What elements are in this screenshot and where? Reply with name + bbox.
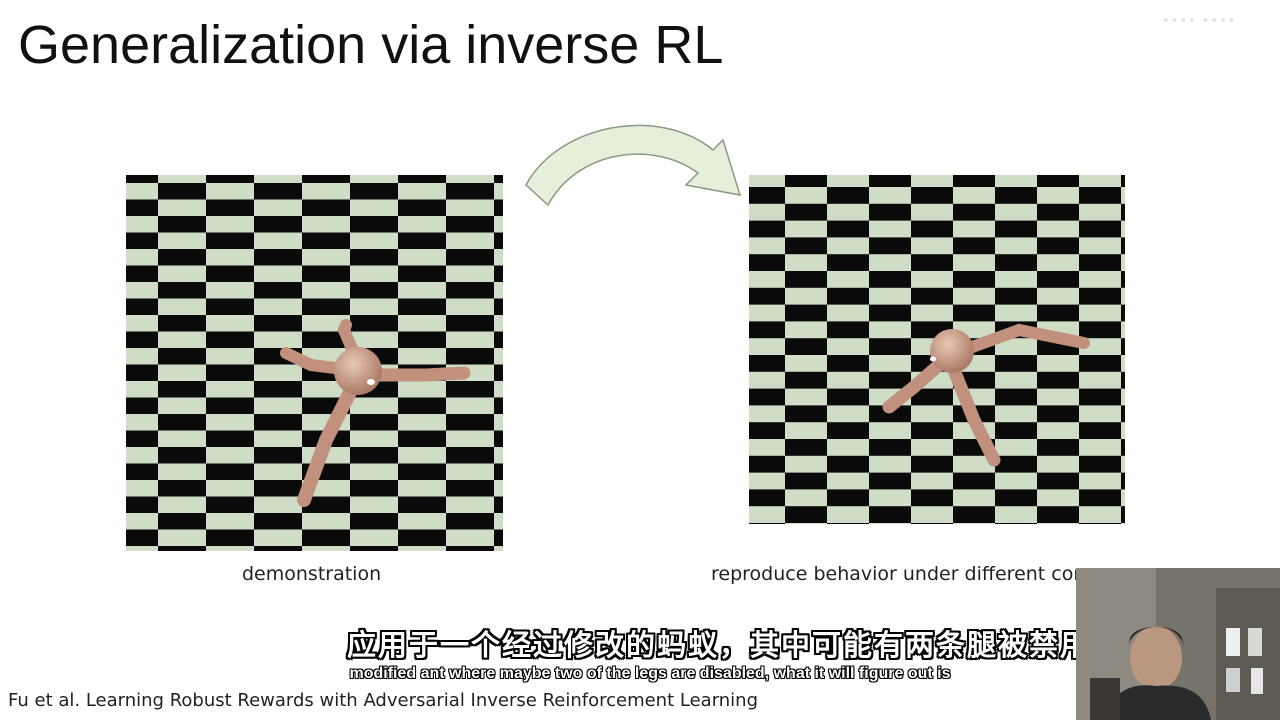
reproduce-caption: reproduce behavior under different condi… — [711, 563, 1091, 585]
watermark: •••• •••• — [1162, 14, 1237, 29]
webcam-overlay — [1076, 568, 1280, 720]
demonstration-image — [126, 175, 503, 551]
ant-body — [930, 329, 974, 373]
slide-title: Generalization via inverse RL — [18, 15, 724, 75]
slide: Generalization via inverse RL •••• •••• — [0, 0, 1280, 720]
ant-body — [334, 347, 382, 395]
citation: Fu et al. Learning Robust Rewards with A… — [8, 690, 759, 711]
curved-arrow-icon — [518, 105, 748, 210]
demonstration-caption: demonstration — [242, 563, 382, 585]
person-face — [1130, 626, 1182, 690]
modified-ant-image — [749, 175, 1125, 524]
